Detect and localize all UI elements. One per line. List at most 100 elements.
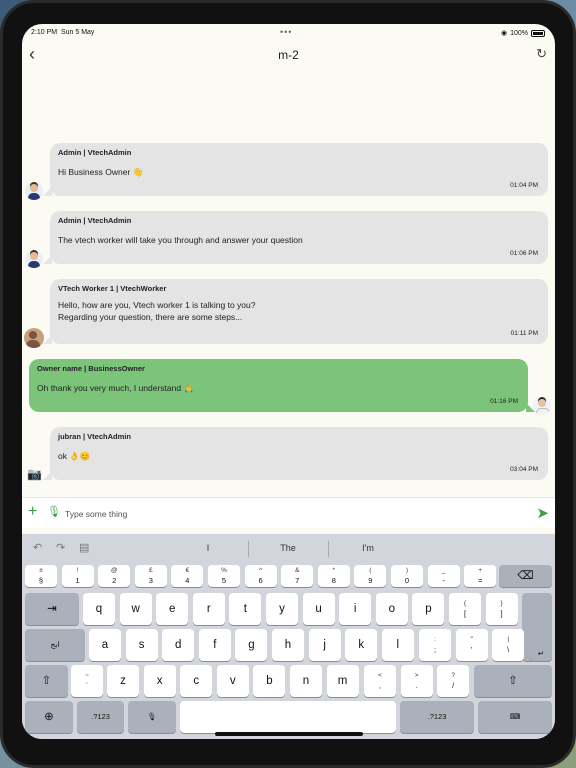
key-num[interactable]: ^ 6 [244,565,277,587]
key-symbol[interactable]: {[ [449,593,481,625]
key-letter[interactable]: m [326,665,359,697]
key-num[interactable]: (9 [354,565,387,587]
add-attachment-icon[interactable]: + [28,503,37,521]
key-letter[interactable]: z [107,665,139,697]
tab-key[interactable]: ⇥ [25,593,79,625]
refresh-icon[interactable]: ↻ [536,46,547,62]
key-symbol[interactable]: <, [364,665,396,697]
key-num[interactable]: £3 [134,565,167,587]
owner-avatar[interactable] [533,397,551,415]
key-char: \ [507,645,510,654]
key-symbol[interactable]: | \ [492,629,525,661]
message-bubble[interactable]: Admin | VtechAdmin Hi Business Owner 👋 0… [43,143,548,196]
key-char: = [477,576,483,585]
key-symbol[interactable]: ~ ` [71,665,103,697]
key-symbol[interactable]: :; [419,629,451,661]
key-letter[interactable]: y [266,593,298,625]
admin-avatar[interactable] [25,182,43,200]
key-letter[interactable]: t [229,593,262,625]
redo-icon[interactable]: ↷ [56,541,65,554]
message-text: Oh thank you very much, I understand 🙏 [37,383,195,393]
key-num[interactable]: ) 0 [391,565,423,587]
clipboard-icon[interactable]: ▤ [79,541,89,554]
language-key[interactable]: ابج [25,629,85,661]
key-letter[interactable]: o [375,593,408,625]
key-letter[interactable]: g [235,629,268,661]
key-symbol[interactable]: ″ ' [455,629,488,661]
key-label: ⌫ [517,570,534,582]
key-letter[interactable]: x [143,665,176,697]
key-letter[interactable]: r [192,593,225,625]
space-bar[interactable] [180,701,396,733]
key-letter[interactable]: b [253,665,286,697]
send-icon[interactable]: ➤ [536,504,549,522]
key-letter[interactable]: i [339,593,372,625]
key-letter[interactable]: d [162,629,195,661]
globe-icon[interactable]: ⊕ [25,701,73,733]
wifi-icon: ◉ [500,30,508,37]
shift-right-icon[interactable]: ⇧ [474,665,552,697]
key-label: o [388,603,395,615]
key-letter[interactable]: q [83,593,115,625]
key-num[interactable]: _ - [427,565,460,587]
key-num[interactable]: * 8 [317,565,350,587]
message-bubble[interactable]: Admin | VtechAdmin The vtech worker will… [43,211,548,264]
key-char: / [452,681,455,690]
key-letter[interactable]: j [308,629,341,661]
status-right: ◉ 100% [501,29,545,37]
key-shift-char: * [332,567,336,574]
key-num[interactable]: % 5 [208,565,240,587]
bubble-tail [43,187,52,196]
multitask-dots[interactable]: ••• [280,27,292,37]
admin-avatar[interactable] [25,250,43,268]
key-letter[interactable]: c [180,665,213,697]
message-bubble[interactable]: jubran | VtechAdmin ok 👌😊 03:04 PM [43,427,548,480]
app-screen: 2:10 PM Sun 5 May ••• ◉ 100% ‹ m-2 ↻ Adm… [22,24,555,739]
worker-avatar[interactable] [24,328,44,348]
suggestion-3[interactable]: I'm [328,543,408,553]
suggestion-2[interactable]: The [248,543,328,553]
key-num[interactable]: €4 [171,565,204,587]
message-bubble[interactable]: VTech Worker 1 | VtechWorker Hello, how … [43,279,548,344]
key-symbol[interactable]: >. [400,665,433,697]
key-letter[interactable]: k [345,629,378,661]
key-label: p [425,603,432,615]
key-letter[interactable]: e [156,593,189,625]
key-num[interactable]: @2 [98,565,131,587]
key-letter[interactable]: h [272,629,304,661]
dictation-icon[interactable]: 🎙 [128,701,176,733]
message-sender: VTech Worker 1 | VtechWorker [58,284,167,293]
key-letter[interactable]: w [119,593,152,625]
key-symbol[interactable]: }] [485,593,518,625]
key-label: .?123 [91,712,110,721]
key-letter[interactable]: n [290,665,322,697]
key-letter[interactable]: p [412,593,445,625]
microphone-icon[interactable]: 🎙 [47,505,61,518]
message-bubble-outgoing[interactable]: Owner name | BusinessOwner Oh thank you … [29,359,535,412]
suggestion-1[interactable]: I [162,543,254,553]
return-icon[interactable]: ↵ [530,647,552,661]
undo-icon[interactable]: ↶ [33,541,42,554]
key-num[interactable]: & 7 [281,565,314,587]
numbers-key-left[interactable]: .?123 [77,701,124,733]
hide-keyboard-icon[interactable]: ⌨ [478,701,552,733]
key-shift-char: } [500,600,503,607]
key-letter[interactable]: v [216,665,249,697]
key-num[interactable]: ± § [25,565,57,587]
key-symbol[interactable]: ? / [437,665,470,697]
numbers-key-right[interactable]: .?123 [400,701,474,733]
shift-left-icon[interactable]: ⇧ [25,665,68,697]
key-char: , [378,681,382,690]
message-input[interactable] [65,506,495,521]
key-letter[interactable]: u [302,593,335,625]
delete-icon[interactable]: ⌫ [499,565,552,587]
key-letter[interactable]: s [125,629,158,661]
camera-icon[interactable]: 📷 [27,467,42,481]
key-letter[interactable]: f [198,629,231,661]
key-num[interactable]: ! 1 [61,565,94,587]
key-shift-char: : [434,636,436,643]
key-letter[interactable]: l [381,629,414,661]
message-sender: Admin | VtechAdmin [58,148,132,157]
key-letter[interactable]: a [89,629,121,661]
key-num[interactable]: + = [464,565,497,587]
